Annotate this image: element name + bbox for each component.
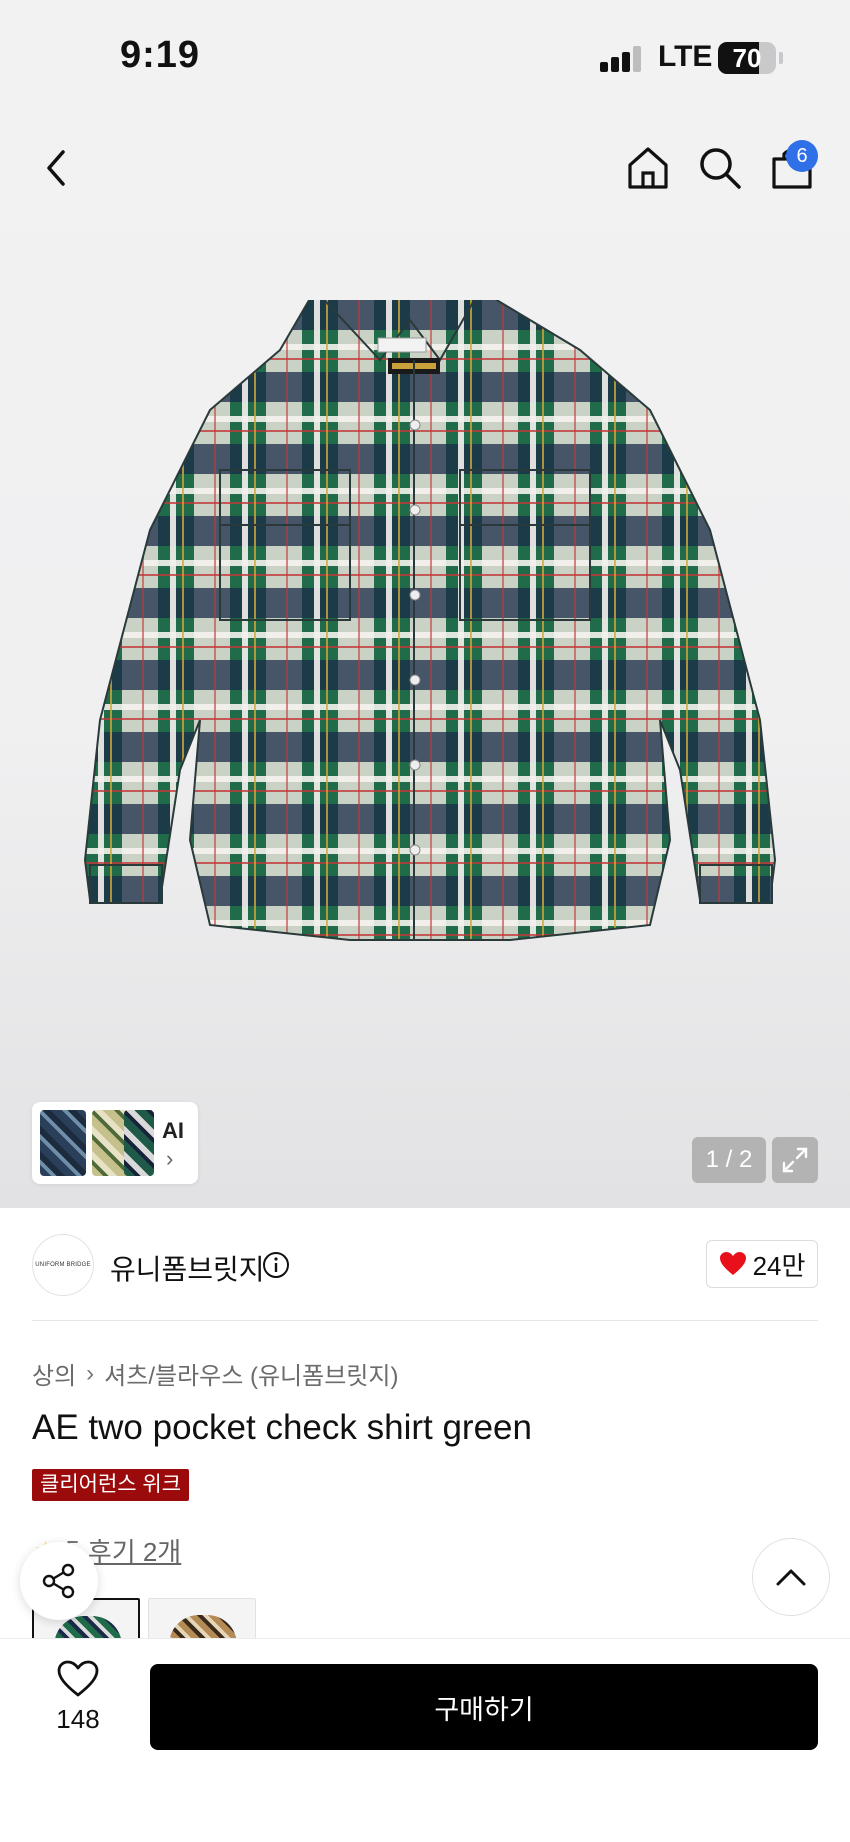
share-icon [42,1563,75,1599]
breadcrumb-subcategory[interactable]: 셔츠/블라우스 (유니폼브릿지) [104,1356,398,1391]
brand-logo-text: UNIFORM BRIDGE [35,1262,91,1268]
back-icon [47,150,65,186]
reviews-link[interactable]: 후기 2개 [88,1532,181,1569]
status-time: 9:19 [120,34,201,76]
cart-badge: 6 [786,140,818,172]
home-icon [628,147,668,189]
wishlist-button[interactable]: 148 [38,1660,118,1760]
thumbnail-3 [124,1110,154,1176]
image-counter: 1 / 2 [692,1137,766,1183]
chevron-right-icon: › [166,1146,174,1171]
expand-icon [782,1147,808,1173]
network-type: LTE [658,40,713,73]
chevron-right-icon: › [86,1359,95,1387]
product-title: AE two pocket check shirt green [32,1408,532,1447]
share-button[interactable] [20,1542,98,1620]
wishlist-count: 148 [56,1704,100,1734]
brand-like-count: 24만 [752,1250,806,1281]
divider [32,1320,818,1321]
buy-button[interactable]: 구매하기 [150,1664,818,1750]
promo-badge: 클리어런스 위크 [32,1469,190,1501]
brand-like-button[interactable]: 24만 [706,1240,818,1288]
heart-outline-icon [57,1660,99,1697]
search-icon [700,148,741,189]
back-button[interactable] [28,140,84,196]
product-image[interactable] [50,300,800,1120]
breadcrumb-category[interactable]: 상의 [32,1356,76,1391]
battery-icon: 70 [718,42,776,74]
signal-icon [600,46,642,72]
thumbnail-1 [40,1110,86,1176]
product-image-gallery[interactable]: 9:19 LTE 70 6 AI › 1 / 2 [0,0,850,1208]
scroll-top-button[interactable] [752,1538,830,1616]
breadcrumb: 상의 › 셔츠/블라우스 (유니폼브릿지) [32,1356,398,1391]
battery-nub [779,52,783,64]
brand-logo[interactable]: UNIFORM BRIDGE [32,1234,94,1296]
expand-button[interactable] [772,1137,818,1183]
ai-thumbnail-strip[interactable]: AI › [32,1102,198,1184]
brand-name[interactable]: 유니폼브릿지 [110,1248,265,1288]
battery-level: 70 [732,43,762,73]
info-icon[interactable] [262,1251,290,1279]
chevron-up-icon [776,1569,806,1586]
ai-label: AI [162,1118,184,1143]
home-button[interactable] [620,140,676,196]
heart-icon [719,1252,746,1275]
search-button[interactable] [692,140,748,196]
